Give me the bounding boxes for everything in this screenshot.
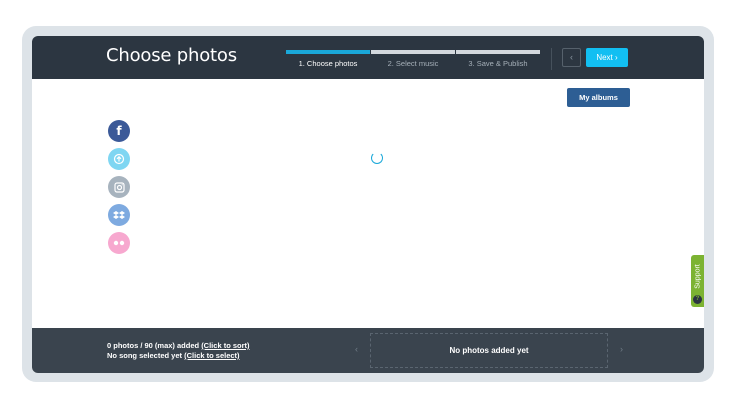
instagram-icon <box>113 181 125 193</box>
song-status-label: No song selected yet <box>107 351 185 360</box>
dropbox-icon <box>113 210 125 219</box>
previous-button[interactable]: ‹ <box>562 48 581 67</box>
support-label: Support <box>694 264 702 289</box>
step-select-music[interactable]: 2. Select music <box>371 50 455 70</box>
facebook-source-button[interactable]: f <box>108 120 130 142</box>
help-icon: ? <box>693 295 702 304</box>
step-progress-bar <box>456 50 540 54</box>
facebook-icon: f <box>116 124 122 138</box>
step-save-publish[interactable]: 3. Save & Publish <box>456 50 540 70</box>
photo-count-text: 0 photos / 90 (max) added (Click to sort… <box>107 341 250 350</box>
upload-source-button[interactable] <box>108 148 130 170</box>
dropbox-source-button[interactable] <box>108 204 130 226</box>
step-label: 3. Save & Publish <box>468 59 528 68</box>
step-label: 1. Choose photos <box>298 59 358 68</box>
flickr-source-button[interactable] <box>108 232 130 254</box>
photo-count-label: 0 photos / 90 (max) added <box>107 341 202 350</box>
header-divider <box>551 48 552 70</box>
scroll-right-arrow-icon[interactable]: › <box>620 344 623 354</box>
step-choose-photos[interactable]: 1. Choose photos <box>286 50 370 70</box>
footer-bar: 0 photos / 90 (max) added (Click to sort… <box>32 328 704 373</box>
step-label: 2. Select music <box>387 59 439 68</box>
step-progress-bar <box>286 50 370 54</box>
next-button[interactable]: Next › <box>586 48 628 67</box>
instagram-source-button[interactable] <box>108 176 130 198</box>
support-tab[interactable]: Support ? <box>691 255 704 307</box>
upload-icon <box>113 153 125 165</box>
flickr-icon <box>113 240 125 246</box>
step-progress-bar <box>371 50 455 54</box>
song-status-text: No song selected yet (Click to select) <box>107 351 240 360</box>
scroll-left-arrow-icon[interactable]: ‹ <box>355 344 358 354</box>
photo-strip: No photos added yet <box>370 333 608 368</box>
sort-photos-link[interactable]: (Click to sort) <box>201 341 249 350</box>
select-song-link[interactable]: (Click to select) <box>184 351 239 360</box>
progress-steps: 1. Choose photos 2. Select music 3. Save… <box>286 50 541 70</box>
loading-spinner-icon <box>371 152 383 164</box>
my-albums-button[interactable]: My albums <box>567 88 630 107</box>
header-bar: Choose photos 1. Choose photos 2. Select… <box>32 36 704 79</box>
app-window: Choose photos 1. Choose photos 2. Select… <box>32 36 704 373</box>
page-title: Choose photos <box>106 45 237 66</box>
